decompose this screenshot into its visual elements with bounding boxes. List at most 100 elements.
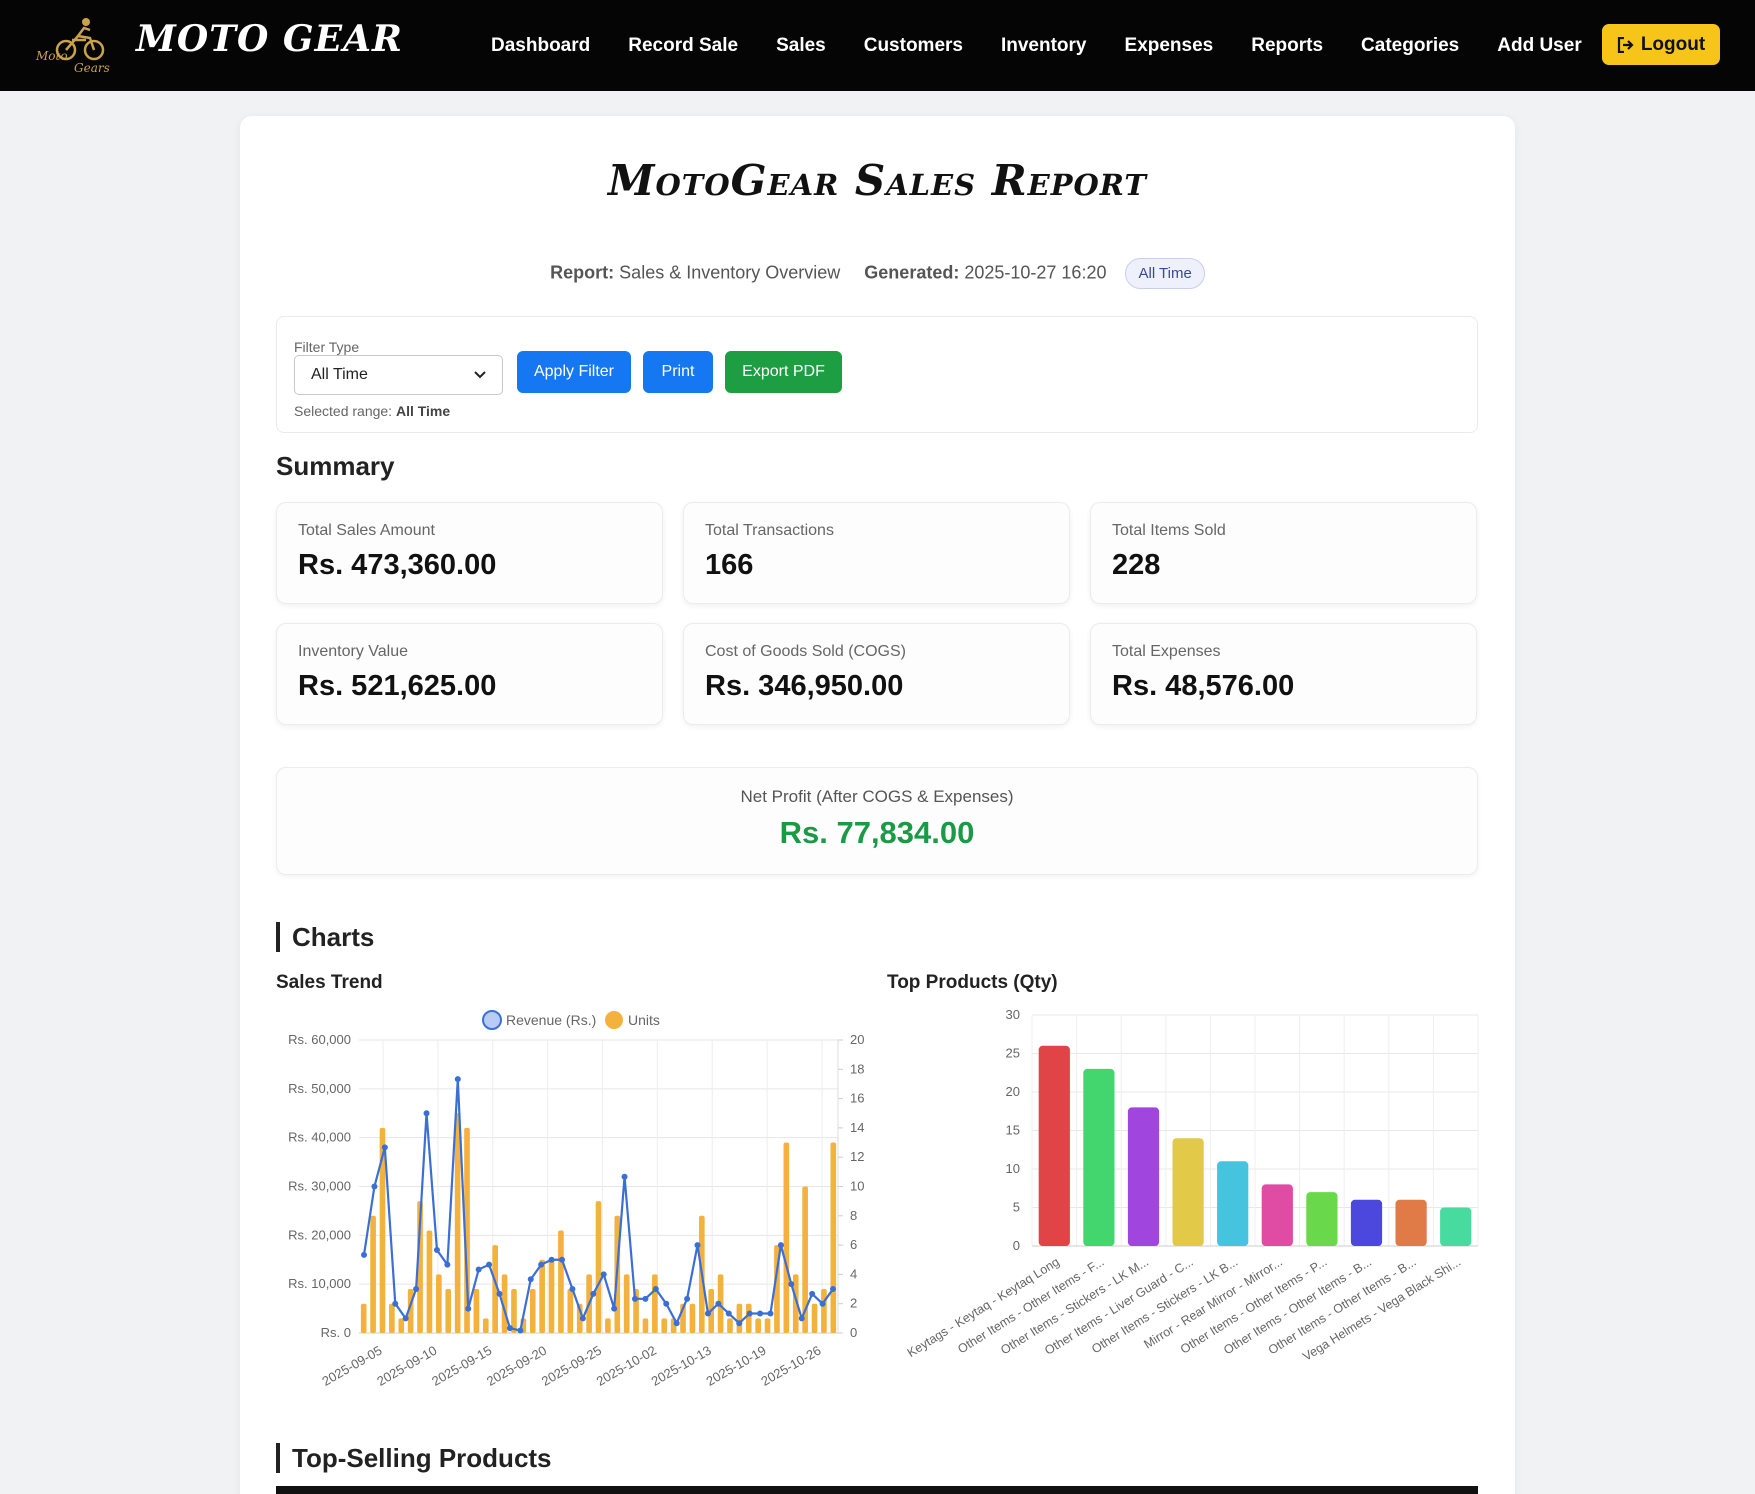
units-bar: [454, 1113, 461, 1333]
legend-units-label: Units: [628, 1012, 660, 1028]
units-bar: [605, 1318, 611, 1333]
y-left-tick-label: Rs. 40,000: [288, 1130, 351, 1145]
units-bar: [830, 1142, 837, 1333]
y-right-tick-label: 16: [850, 1091, 864, 1106]
revenue-point: [788, 1281, 795, 1288]
brand-logo[interactable]: Moto Gears: [34, 14, 122, 76]
revenue-point: [757, 1310, 764, 1317]
nav-inventory[interactable]: Inventory: [1001, 35, 1087, 57]
revenue-point: [715, 1300, 722, 1307]
revenue-point: [725, 1310, 732, 1317]
revenue-point: [465, 1305, 472, 1312]
revenue-point: [652, 1286, 659, 1293]
units-bar: [529, 1289, 536, 1333]
revenue-point: [819, 1300, 826, 1307]
x-tick-label: 2025-10-02: [594, 1343, 659, 1389]
product-bar: [1306, 1192, 1338, 1246]
revenue-point: [517, 1327, 524, 1334]
units-bar: [595, 1201, 602, 1333]
revenue-point: [559, 1256, 566, 1263]
revenue-point: [413, 1286, 420, 1293]
nav-reports[interactable]: Reports: [1251, 35, 1323, 57]
y-tick-label: 15: [1006, 1123, 1020, 1138]
units-bar: [548, 1259, 555, 1333]
revenue-point: [371, 1183, 378, 1190]
units-bar: [398, 1318, 405, 1333]
nav-customers[interactable]: Customers: [864, 35, 963, 57]
units-bar: [482, 1318, 489, 1333]
top-selling-table-header: [276, 1486, 1478, 1494]
y-right-tick-label: 8: [850, 1208, 857, 1223]
legend-revenue-swatch: [482, 1010, 502, 1030]
revenue-point: [611, 1305, 618, 1312]
revenue-point: [579, 1315, 586, 1322]
nav-expenses[interactable]: Expenses: [1125, 35, 1214, 57]
revenue-point: [767, 1310, 774, 1317]
units-bar: [445, 1289, 452, 1333]
x-tick-label: 2025-10-19: [704, 1343, 769, 1389]
revenue-point: [777, 1242, 784, 1249]
units-bar: [727, 1318, 733, 1333]
units-bar: [736, 1303, 743, 1333]
y-tick-label: 5: [1013, 1200, 1020, 1215]
y-left-tick-label: Rs. 0: [321, 1325, 351, 1340]
y-left-tick-label: Rs. 10,000: [288, 1276, 351, 1291]
x-tick-label: 2025-10-13: [649, 1343, 714, 1389]
revenue-point: [798, 1315, 805, 1322]
revenue-point: [381, 1144, 388, 1151]
y-tick-label: 30: [1006, 1007, 1020, 1022]
revenue-point: [361, 1251, 367, 1258]
revenue-point: [673, 1320, 680, 1327]
logo-text: Moto: [35, 49, 68, 63]
product-bar: [1440, 1207, 1472, 1246]
svg-text:Gears: Gears: [74, 61, 110, 75]
revenue-point: [475, 1266, 482, 1273]
y-right-tick-label: 12: [850, 1149, 864, 1164]
y-tick-label: 20: [1006, 1084, 1020, 1099]
revenue-point: [548, 1256, 555, 1263]
nav-links: Dashboard Record Sale Sales Customers In…: [472, 0, 1601, 91]
brand-name[interactable]: MOTO GEAR: [136, 18, 403, 60]
product-bar: [1083, 1068, 1115, 1246]
y-tick-label: 0: [1013, 1238, 1020, 1253]
revenue-point: [830, 1286, 836, 1293]
revenue-point: [736, 1320, 743, 1327]
revenue-point: [684, 1295, 691, 1302]
revenue-point: [809, 1290, 816, 1297]
x-tick-label: 2025-10-26: [758, 1343, 823, 1389]
revenue-point: [423, 1110, 430, 1117]
nav-add-user[interactable]: Add User: [1497, 35, 1581, 57]
y-right-tick-label: 20: [850, 1032, 864, 1047]
units-bar: [652, 1274, 658, 1333]
revenue-point: [590, 1290, 597, 1297]
nav-dashboard[interactable]: Dashboard: [491, 35, 590, 57]
units-bar: [436, 1274, 442, 1333]
product-bar: [1038, 1045, 1070, 1246]
revenue-point: [663, 1300, 670, 1307]
units-bar: [642, 1318, 649, 1333]
nav-sales[interactable]: Sales: [776, 35, 826, 57]
logout-button[interactable]: Logout: [1602, 24, 1720, 65]
revenue-point: [496, 1290, 503, 1297]
product-bar: [1261, 1184, 1293, 1246]
units-bar: [539, 1259, 545, 1333]
x-tick-label: 2025-09-20: [484, 1343, 549, 1389]
y-right-tick-label: 2: [850, 1296, 857, 1311]
nav-categories[interactable]: Categories: [1361, 35, 1459, 57]
y-tick-label: 25: [1006, 1046, 1020, 1061]
revenue-point: [600, 1271, 607, 1278]
top-navbar: Moto Gears MOTO GEAR Dashboard Record Sa…: [0, 0, 1755, 91]
revenue-point: [704, 1310, 711, 1317]
product-bar: [1395, 1199, 1427, 1246]
product-bar: [1217, 1161, 1249, 1246]
logout-label: Logout: [1640, 33, 1706, 55]
revenue-point: [538, 1261, 545, 1268]
units-bar: [764, 1318, 771, 1333]
nav-record-sale[interactable]: Record Sale: [628, 35, 738, 57]
revenue-point: [402, 1315, 409, 1322]
units-bar: [473, 1289, 480, 1333]
units-bar: [745, 1303, 752, 1333]
report-card: MotoGear Sales Report Report: Sales & In…: [240, 116, 1515, 1494]
product-bar: [1172, 1138, 1204, 1246]
y-right-tick-label: 14: [850, 1120, 864, 1135]
